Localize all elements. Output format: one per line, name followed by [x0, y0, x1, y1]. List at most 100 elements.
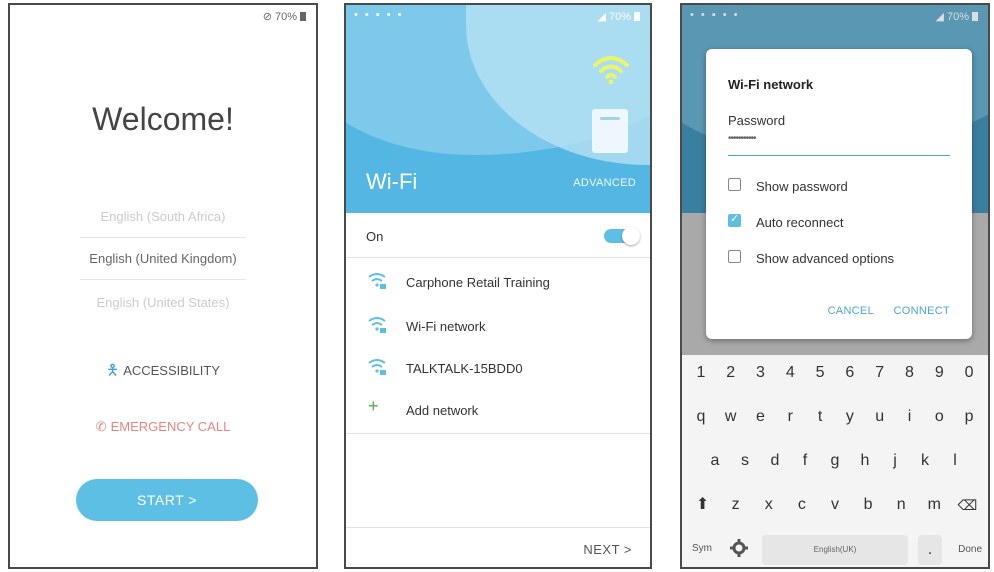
space-key[interactable]: English(UK)	[762, 535, 908, 565]
emergency-call-label: EMERGENCY CALL	[110, 419, 231, 434]
key[interactable]: 6	[838, 355, 862, 391]
network-item[interactable]: Wi-Fi network	[346, 305, 650, 347]
key[interactable]: 1	[689, 355, 713, 391]
router-icon	[592, 109, 628, 153]
auto-reconnect-checkbox[interactable]: Auto reconnect	[728, 212, 844, 230]
key[interactable]: 7	[868, 355, 892, 391]
next-button[interactable]: NEXT >	[583, 542, 632, 557]
language-option[interactable]: English (United States)	[10, 295, 316, 310]
language-option-selected[interactable]: English (United Kingdom)	[10, 251, 316, 266]
status-battery: ◢ 70%	[597, 10, 640, 23]
key[interactable]: a	[703, 443, 727, 479]
key[interactable]: f	[793, 443, 817, 479]
divider	[346, 527, 650, 528]
checkbox-checked[interactable]	[728, 212, 741, 227]
key[interactable]: u	[868, 399, 892, 435]
key[interactable]: p	[957, 399, 981, 435]
key[interactable]: j	[883, 443, 907, 479]
key[interactable]: g	[823, 443, 847, 479]
start-button[interactable]: START >	[76, 479, 258, 521]
status-bar: • • ▪ • • ◢ 70%	[346, 5, 650, 27]
divider	[80, 279, 246, 280]
key[interactable]: k	[913, 443, 937, 479]
welcome-screen: ⊘ 70% Welcome! English (South Africa) En…	[8, 3, 318, 569]
language-option[interactable]: English (South Africa)	[10, 209, 316, 224]
key[interactable]: m	[922, 487, 946, 523]
key[interactable]: t	[808, 399, 832, 435]
plus-icon: +	[368, 396, 379, 416]
key[interactable]: o	[927, 399, 951, 435]
wifi-toggle[interactable]	[604, 227, 640, 245]
wifi-toggle-row[interactable]: On	[346, 215, 650, 257]
key[interactable]: h	[853, 443, 877, 479]
key[interactable]: s	[733, 443, 757, 479]
period-key[interactable]: .	[918, 535, 942, 565]
key[interactable]: b	[856, 487, 880, 523]
checkbox[interactable]	[728, 250, 741, 263]
wifi-icon	[593, 56, 629, 85]
done-key[interactable]: Done	[958, 544, 982, 555]
sym-key[interactable]: Sym	[692, 543, 712, 554]
connect-button[interactable]: CONNECT	[894, 305, 951, 317]
keyboard: 1 2 3 4 5 6 7 8 9 0 q w e r t y u i o p …	[682, 355, 988, 567]
wifi-lock-icon	[368, 359, 386, 375]
key[interactable]: x	[757, 487, 781, 523]
status-battery: ⊘ 70%	[263, 10, 306, 23]
advanced-button[interactable]: ADVANCED	[573, 177, 636, 189]
key[interactable]: 4	[778, 355, 802, 391]
keyboard-row-middle: a s d f g h j k l	[682, 443, 988, 479]
checkbox-label: Show advanced options	[756, 251, 895, 266]
password-input[interactable]: •••••••••••	[728, 133, 756, 144]
accessibility-button[interactable]: 🯅 ACCESSIBILITY	[10, 360, 316, 385]
battery-icon	[300, 12, 306, 21]
key[interactable]: q	[689, 399, 713, 435]
password-label: Password	[728, 113, 786, 128]
cancel-button[interactable]: CANCEL	[828, 305, 874, 317]
key[interactable]: w	[719, 399, 743, 435]
key[interactable]: 5	[808, 355, 832, 391]
divider	[346, 433, 650, 434]
add-network-item[interactable]: + Add network	[346, 389, 650, 431]
phone-icon: ✆	[95, 419, 107, 434]
key[interactable]: r	[778, 399, 802, 435]
wifi-lock-icon	[368, 273, 386, 289]
key[interactable]: y	[838, 399, 862, 435]
checkbox[interactable]	[728, 178, 741, 191]
network-item[interactable]: Carphone Retail Training	[346, 261, 650, 303]
network-item[interactable]: TALKTALK-15BDD0	[346, 347, 650, 389]
battery-icon	[634, 12, 640, 21]
password-underline	[728, 155, 950, 156]
key[interactable]: 8	[897, 355, 921, 391]
keyboard-row-function: Sym English(UK) . Done	[682, 533, 988, 567]
battery-icon	[972, 12, 978, 21]
key[interactable]: 3	[748, 355, 772, 391]
key[interactable]: c	[790, 487, 814, 523]
show-advanced-checkbox[interactable]: Show advanced options	[728, 250, 895, 266]
key[interactable]: l	[943, 443, 967, 479]
show-password-checkbox[interactable]: Show password	[728, 178, 848, 194]
key[interactable]: 9	[927, 355, 951, 391]
key[interactable]: v	[823, 487, 847, 523]
shift-icon[interactable]: ⬆	[691, 487, 715, 523]
accessibility-label: ACCESSIBILITY	[123, 363, 220, 378]
gear-icon[interactable]	[728, 537, 750, 559]
checkbox-label: Auto reconnect	[756, 215, 844, 230]
add-network-label: Add network	[406, 403, 479, 418]
key[interactable]: n	[889, 487, 913, 523]
key[interactable]: 0	[957, 355, 981, 391]
keyboard-row-top: q w e r t y u i o p	[682, 399, 988, 435]
key[interactable]: 2	[719, 355, 743, 391]
key[interactable]: z	[724, 487, 748, 523]
backspace-icon[interactable]: ⌫	[955, 487, 979, 523]
emergency-call-button[interactable]: ✆ EMERGENCY CALL	[10, 419, 316, 435]
key[interactable]: d	[763, 443, 787, 479]
battery-percent: 70%	[946, 11, 969, 23]
network-name: TALKTALK-15BDD0	[406, 361, 523, 376]
key[interactable]: i	[897, 399, 921, 435]
wifi-header: • • ▪ • • ◢ 70% Wi-Fi ADVANCED	[346, 5, 650, 213]
key[interactable]: e	[748, 399, 772, 435]
wifi-lock-icon	[368, 317, 386, 333]
wifi-on-label: On	[366, 229, 384, 244]
network-name: Carphone Retail Training	[406, 275, 550, 290]
divider	[346, 257, 650, 258]
